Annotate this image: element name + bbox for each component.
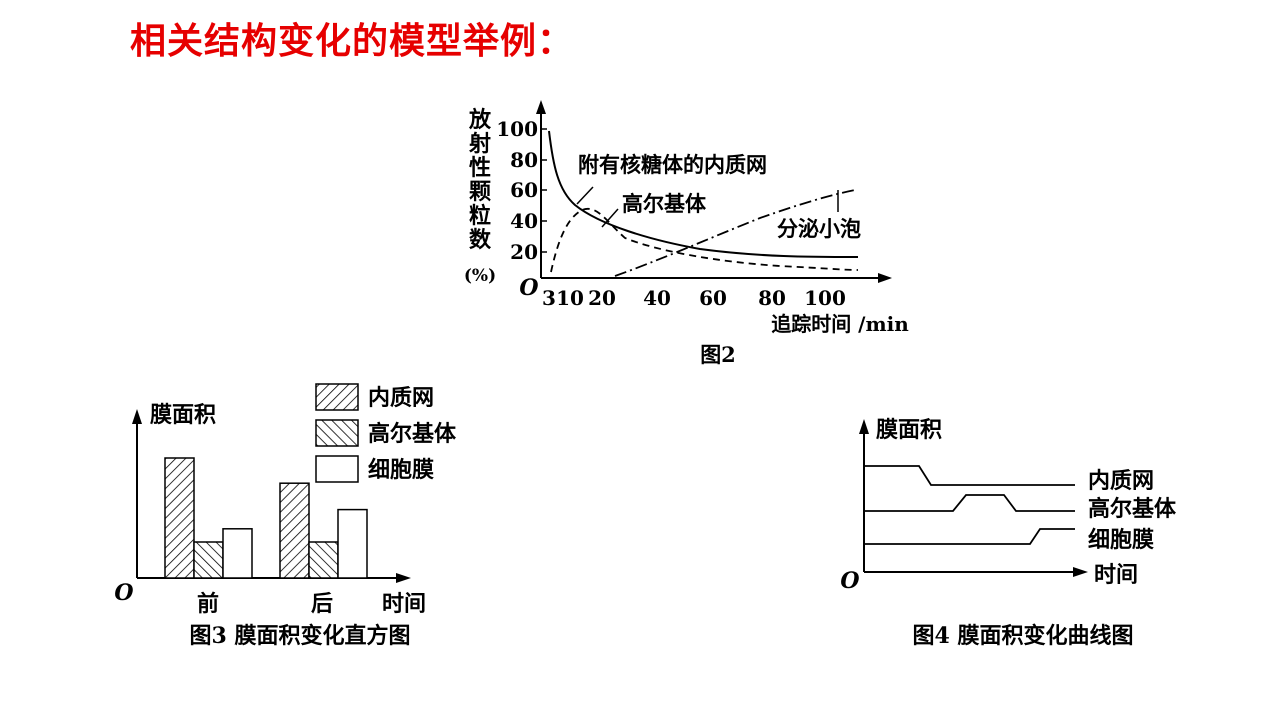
fig2-ytick: 20 xyxy=(510,240,538,264)
fig2-label-golgi: 高尔基体 xyxy=(622,191,707,216)
fig4-line-label: 内质网 xyxy=(1088,468,1154,494)
fig3-legend-label: 高尔基体 xyxy=(368,421,457,447)
fig2-caption: 图2 xyxy=(700,342,736,367)
fig2-ylabel-char: 性 xyxy=(469,155,491,181)
fig2-xtick: 60 xyxy=(699,286,727,310)
fig3-group-label: 前 xyxy=(197,591,219,617)
fig4-y-axis-arrow xyxy=(859,419,869,434)
figures-canvas: 放 射 性 颗 粒 数 (%) 100 80 60 40 20 O 3 10 2… xyxy=(114,100,1177,649)
fig2-y-axis-arrow xyxy=(536,100,546,114)
fig3-y-axis-arrow xyxy=(132,409,142,424)
fig2-line-graph: 放 射 性 颗 粒 数 (%) 100 80 60 40 20 O 3 10 2… xyxy=(464,100,909,367)
fig2-ytick: 100 xyxy=(496,117,538,141)
fig2-origin: O xyxy=(519,275,538,301)
fig4-origin: O xyxy=(840,568,859,594)
fig2-ylabel-char: 粒 xyxy=(469,203,491,229)
fig2-x-axis-arrow xyxy=(878,273,892,283)
fig2-ytick: 60 xyxy=(510,178,538,202)
fig2-ytick: 80 xyxy=(510,148,538,172)
fig2-ytick: 40 xyxy=(510,209,538,233)
fig2-xtick: 20 xyxy=(588,286,616,310)
fig3-bar-er xyxy=(279,482,310,579)
fig2-ylabel-unit: (%) xyxy=(464,266,496,286)
fig3-x-axis-arrow xyxy=(396,573,411,583)
fig4-x-axis-arrow xyxy=(1073,567,1088,577)
fig2-xlabel: 追踪时间 /min xyxy=(771,312,909,336)
fig2-label-er: 附有核糖体的内质网 xyxy=(578,152,767,177)
fig3-origin: O xyxy=(114,580,133,606)
fig4-line-label: 细胞膜 xyxy=(1088,527,1154,553)
fig3-group-label: 后 xyxy=(311,591,333,617)
fig2-ylabel-char: 数 xyxy=(469,227,492,253)
fig3-legend-label: 细胞膜 xyxy=(368,457,434,483)
fig2-ylabel-char: 放 xyxy=(468,107,492,133)
fig2-ylabel-char: 射 xyxy=(468,131,491,157)
fig4-line-membrane xyxy=(864,528,1075,545)
fig4-caption: 图4 膜面积变化曲线图 xyxy=(913,623,1134,649)
fig3-bar-golgi xyxy=(308,541,339,579)
fig2-leader-er xyxy=(576,186,594,205)
fig3-bar-golgi xyxy=(193,541,224,579)
fig4-ylabel: 膜面积 xyxy=(876,417,942,443)
fig3-bar-membrane xyxy=(337,508,368,579)
fig2-xtick: 100 xyxy=(804,286,846,310)
fig2-xtick: 40 xyxy=(643,286,671,310)
fig3-bar-membrane xyxy=(222,528,253,579)
fig3-legend-swatch-golgi xyxy=(315,419,359,447)
fig3-xlabel: 时间 xyxy=(382,591,426,617)
fig3-legend-swatch-er xyxy=(315,383,359,411)
fig2-xtick: 10 xyxy=(556,286,584,310)
fig2-ylabel-char: 颗 xyxy=(469,179,491,205)
fig4-line-er xyxy=(864,465,1075,486)
fig3-legend-label: 内质网 xyxy=(368,385,434,411)
fig4-line-label: 高尔基体 xyxy=(1088,496,1177,522)
fig3-bar-er xyxy=(164,457,195,579)
fig2-label-vesicle: 分泌小泡 xyxy=(777,216,861,241)
fig4-line-golgi xyxy=(864,494,1075,512)
fig4-line-diagram: 膜面积 O 时间 内质网 高尔基体 细胞膜 图4 膜面积变化曲线图 xyxy=(840,417,1177,649)
fig3-caption: 图3 膜面积变化直方图 xyxy=(190,623,411,649)
fig3-ylabel: 膜面积 xyxy=(150,402,216,428)
fig2-xtick: 3 xyxy=(542,286,556,310)
fig4-xlabel: 时间 xyxy=(1094,562,1138,588)
fig3-bar-chart: 膜面积 O 前 后 时间 内质网 高尔基体 细胞膜 图3 膜面积变化直方图 xyxy=(114,383,457,649)
fig2-xtick: 80 xyxy=(758,286,786,310)
fig3-legend-swatch-membrane xyxy=(315,455,359,483)
